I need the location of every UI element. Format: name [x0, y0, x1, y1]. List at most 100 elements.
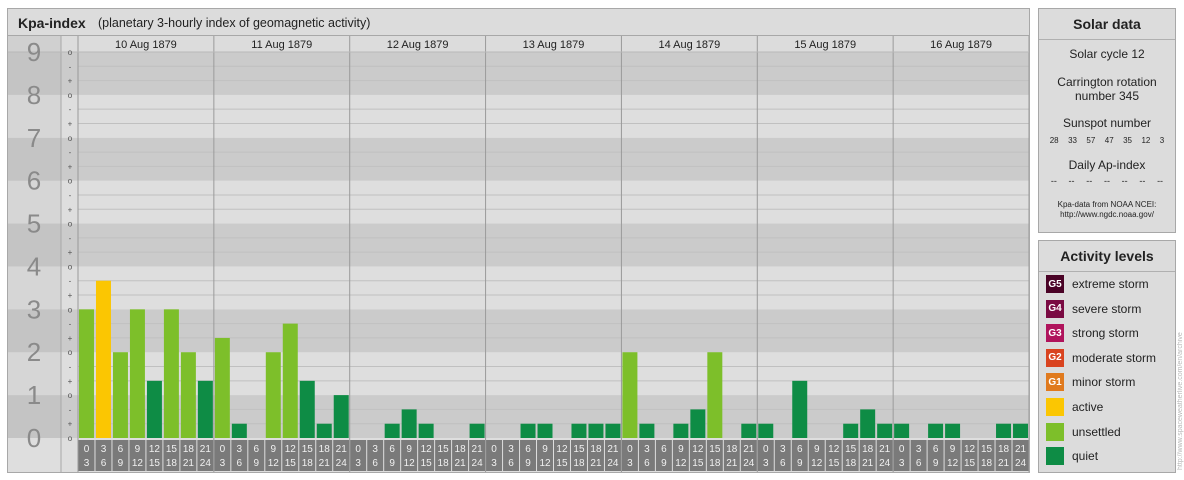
interval-start-label: 0	[763, 444, 769, 455]
kp-bar	[231, 423, 247, 438]
y-minor-marker: o	[68, 262, 73, 271]
interval-start-label: 9	[678, 444, 684, 455]
interval-start-label: 9	[542, 444, 548, 455]
legend-item: G2 moderate storm	[1046, 348, 1156, 368]
legend-item: G5 extreme storm	[1046, 274, 1149, 294]
kp-bar	[945, 423, 961, 438]
interval-start-label: 6	[389, 444, 395, 455]
interval-start-label: 18	[998, 444, 1010, 455]
legend-item: G1 minor storm	[1046, 372, 1135, 392]
interval-start-label: 6	[118, 444, 124, 455]
interval-start-label: 21	[607, 444, 619, 455]
ap-value: --	[1139, 176, 1146, 186]
interval-start-label: 18	[455, 444, 467, 455]
interval-end-label: 9	[118, 458, 124, 469]
legend-item: unsettled	[1046, 422, 1121, 442]
y-tick-label: 1	[27, 380, 41, 410]
interval-start-label: 0	[899, 444, 905, 455]
interval-start-label: 18	[726, 444, 738, 455]
sunspot-value: 35	[1123, 136, 1132, 145]
grid-band	[61, 137, 1029, 181]
source-line2[interactable]: http://www.ngdc.noaa.gov/	[1039, 210, 1175, 220]
interval-start-label: 3	[101, 444, 107, 455]
interval-end-label: 18	[302, 458, 314, 469]
interval-end-label: 6	[508, 458, 514, 469]
day-label: 16 Aug 1879	[930, 39, 992, 51]
kp-bar	[520, 423, 536, 438]
ap-values: -- -- -- -- -- -- --	[1039, 176, 1175, 186]
interval-end-label: 21	[862, 458, 874, 469]
interval-start-label: 21	[743, 444, 755, 455]
y-minor-marker: -	[69, 277, 72, 286]
interval-end-label: 9	[525, 458, 531, 469]
legend-label: strong storm	[1072, 326, 1139, 341]
interval-end-label: 15	[556, 458, 568, 469]
interval-start-label: 0	[220, 444, 226, 455]
interval-end-label: 3	[220, 458, 226, 469]
interval-start-label: 0	[627, 444, 633, 455]
interval-start-label: 21	[336, 444, 348, 455]
y-tick-label: 2	[27, 337, 41, 367]
grid-band	[61, 94, 1029, 138]
grid-band	[61, 309, 1029, 353]
legend-label: extreme storm	[1072, 277, 1149, 291]
interval-start-label: 12	[285, 444, 297, 455]
interval-start-label: 21	[1015, 444, 1027, 455]
sunspot-value: 28	[1049, 136, 1059, 145]
kpa-bar-chart: 10 Aug 1879 11 Aug 1879 12 Aug 1879 13 Aug …	[8, 36, 1029, 472]
interval-end-label: 15	[285, 458, 297, 469]
kp-bar	[928, 423, 944, 438]
interval-end-label: 6	[237, 458, 243, 469]
kp-bar	[163, 309, 179, 438]
y-minor-marker: o	[68, 91, 73, 100]
y-minor-marker: -	[69, 363, 72, 372]
interval-end-label: 15	[421, 458, 433, 469]
kp-bar	[843, 423, 859, 438]
kp-bar	[180, 352, 196, 438]
interval-end-label: 18	[166, 458, 178, 469]
y-minor-marker: +	[68, 248, 73, 257]
interval-end-label: 12	[404, 458, 416, 469]
kp-bar	[282, 323, 298, 438]
interval-end-label: 21	[183, 458, 195, 469]
y-tick-label: 6	[27, 166, 41, 196]
interval-end-label: 6	[916, 458, 922, 469]
kp-bar	[79, 309, 94, 438]
solar-data-title: Solar data	[1039, 9, 1175, 40]
interval-start-label: 0	[84, 444, 90, 455]
interval-end-label: 24	[1015, 458, 1027, 469]
interval-end-label: 24	[607, 458, 619, 469]
kp-bar	[639, 423, 655, 438]
sunspot-value: 57	[1086, 136, 1096, 145]
sunspot-values: 28 33 57 47 35 12 3	[1039, 136, 1175, 145]
interval-start-label: 6	[933, 444, 939, 455]
legend-swatch: G1	[1046, 373, 1064, 392]
interval-end-label: 9	[797, 458, 803, 469]
interval-start-label: 3	[372, 444, 378, 455]
interval-start-label: 21	[200, 444, 212, 455]
legend-label: active	[1072, 400, 1104, 414]
legend-swatch	[1046, 398, 1064, 416]
source-note: Kpa-data from NOAA NCEI: http://www.ngdc…	[1039, 200, 1175, 220]
ap-value: --	[1086, 176, 1093, 186]
y-minor-marker: +	[68, 162, 73, 171]
interval-end-label: 21	[455, 458, 467, 469]
kp-bar	[469, 423, 485, 438]
source-line1: Kpa-data from NOAA NCEI:	[1057, 200, 1157, 209]
interval-start-label: 21	[879, 444, 891, 455]
legend-swatch: G2	[1046, 348, 1064, 367]
kp-bar	[792, 380, 808, 438]
y-minor-marker: o	[68, 391, 73, 400]
interval-end-label: 15	[149, 458, 161, 469]
interval-end-label: 18	[845, 458, 857, 469]
ap-value: --	[1068, 176, 1075, 186]
interval-end-label: 12	[132, 458, 144, 469]
interval-start-label: 12	[692, 444, 704, 455]
y-tick-label: 7	[27, 123, 41, 153]
ap-value: --	[1103, 176, 1110, 186]
kp-bar	[996, 423, 1012, 438]
interval-end-label: 18	[573, 458, 585, 469]
y-minor-marker: +	[68, 291, 73, 300]
interval-end-label: 3	[355, 458, 361, 469]
interval-end-label: 18	[438, 458, 450, 469]
